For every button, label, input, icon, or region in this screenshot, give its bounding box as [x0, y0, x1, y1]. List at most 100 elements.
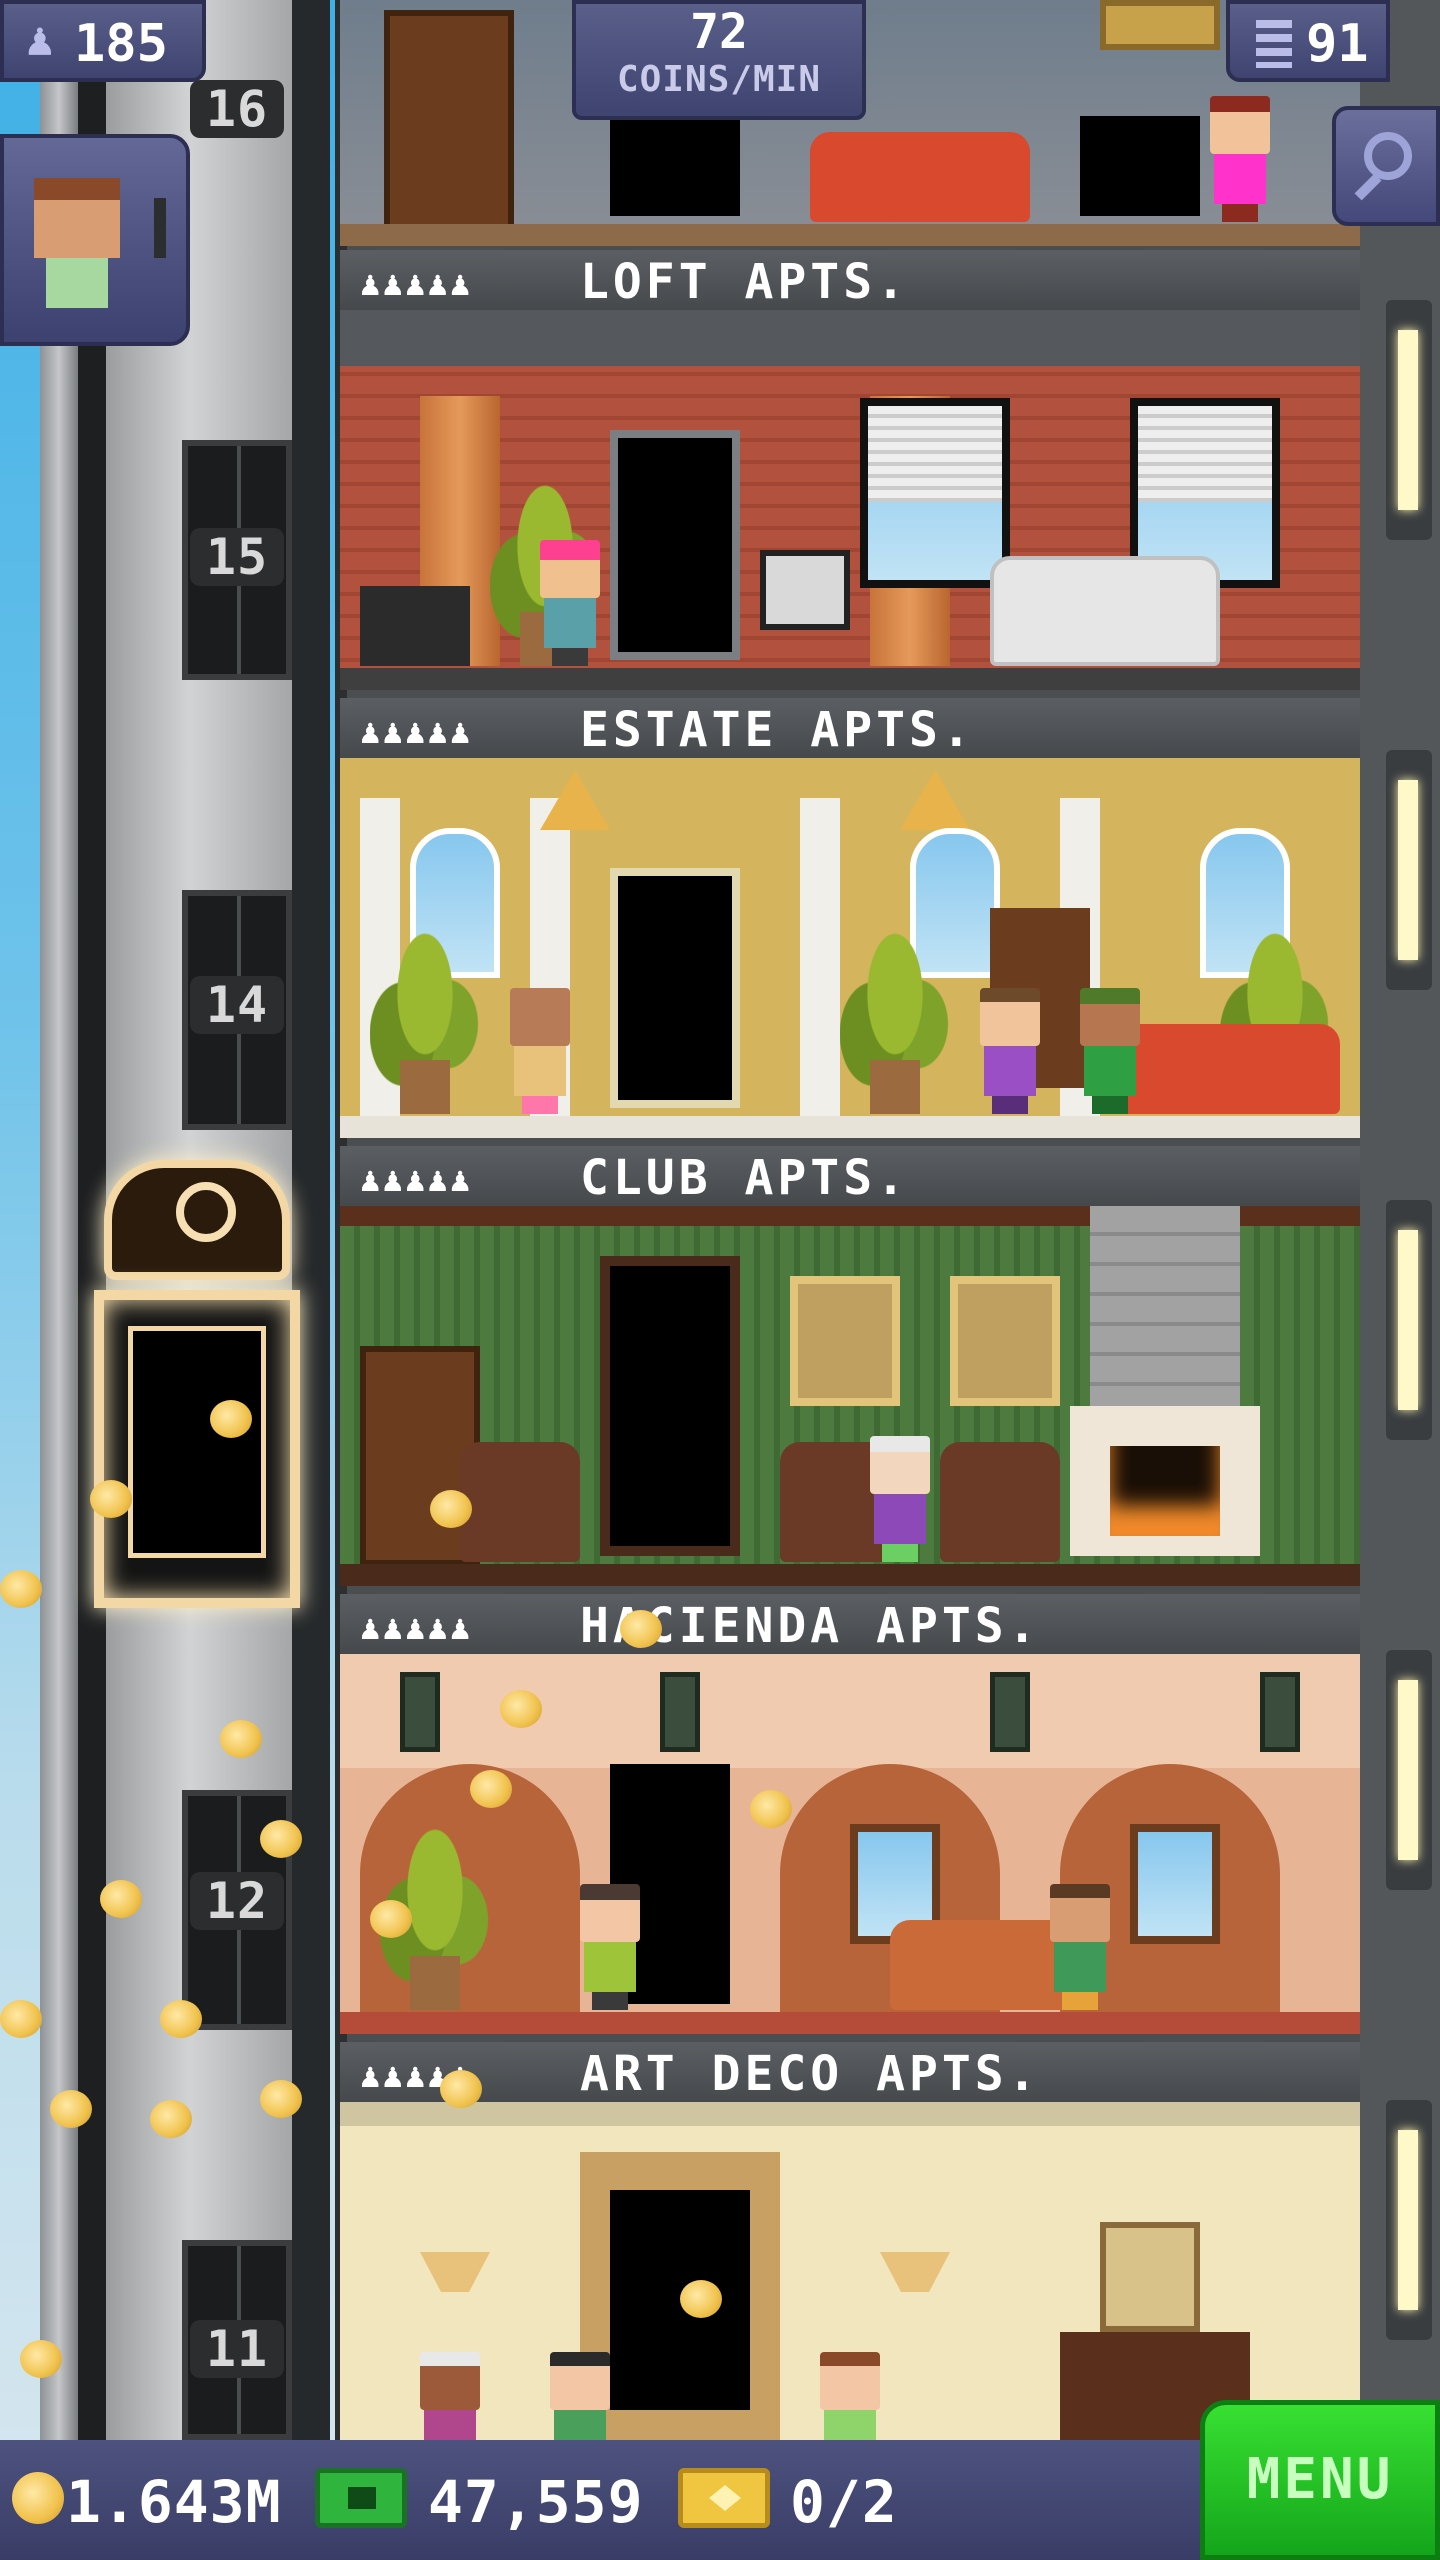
coin	[620, 1610, 662, 1648]
floor-room-hacienda[interactable]	[340, 1654, 1360, 2034]
resident[interactable]	[510, 988, 570, 1114]
fireplace	[1070, 1406, 1260, 1556]
resident[interactable]	[820, 2352, 880, 2440]
population-counter[interactable]: ♟ 185	[0, 0, 206, 82]
coin	[440, 2070, 482, 2108]
room-door	[600, 1256, 740, 1556]
room-door	[1080, 116, 1200, 216]
floor-name: LOFT APTS.	[580, 254, 909, 310]
resident[interactable]	[1080, 988, 1140, 1114]
resident[interactable]	[1050, 1884, 1110, 2010]
bookshelf	[384, 10, 514, 230]
coin	[500, 1690, 542, 1728]
bux-total: 47,559	[428, 2468, 644, 2536]
floor-number-label: 16	[190, 80, 284, 138]
painting	[1100, 2222, 1200, 2332]
coin	[160, 2000, 202, 2038]
resident[interactable]	[580, 1884, 640, 2010]
lantern	[1260, 1672, 1300, 1752]
floor-number-label: 11	[190, 2320, 284, 2378]
armchair	[460, 1442, 580, 1562]
coins-rate-panel: 72 COINS/MIN	[572, 0, 866, 120]
floor-number-label: 12	[190, 1872, 284, 1930]
speaker	[360, 586, 470, 666]
floor-sign[interactable]: ♟♟♟♟♟ HACIENDA APTS.	[340, 1594, 1360, 1654]
lantern	[400, 1672, 440, 1752]
painting	[1100, 0, 1220, 50]
coin	[150, 2100, 192, 2138]
lantern	[660, 1672, 700, 1752]
floor-sign[interactable]: ♟♟♟♟♟ CLUB APTS.	[340, 1146, 1360, 1206]
occupancy-icons: ♟♟♟♟♟	[360, 264, 473, 304]
wall-lamp	[420, 2252, 490, 2292]
plant	[840, 914, 950, 1114]
floor-room-estate[interactable]	[340, 758, 1360, 1138]
armchair	[940, 1442, 1060, 1562]
floor-room-art-deco[interactable]	[340, 2102, 1360, 2440]
wall-lamp	[880, 2252, 950, 2292]
floor-name: CLUB APTS.	[580, 1150, 909, 1206]
coin	[100, 1880, 142, 1918]
lantern	[990, 1672, 1030, 1752]
game-screen: 16 15 14 12 11 ♟♟♟♟♟ LOFT APTS. ♟♟♟♟♟ ES…	[0, 0, 1440, 2560]
floors-counter[interactable]: 91	[1226, 0, 1390, 82]
floor-name: ART DECO APTS.	[580, 2046, 1041, 2102]
room-door	[610, 106, 740, 216]
coin	[50, 2090, 92, 2128]
bitizen-avatar-card[interactable]	[0, 134, 190, 346]
search-button[interactable]	[1332, 106, 1440, 226]
coin	[20, 2340, 62, 2378]
elevator-car[interactable]	[94, 1160, 300, 1608]
sofa	[990, 556, 1220, 666]
coins-rate-unit: COINS/MIN	[616, 59, 822, 100]
resident[interactable]	[550, 2352, 610, 2440]
coin	[260, 1820, 302, 1858]
resident[interactable]	[420, 2352, 480, 2440]
chimney	[1090, 1206, 1240, 1426]
coins-total: 1.643M	[66, 2468, 282, 2536]
coin	[370, 1900, 412, 1938]
coin	[260, 2080, 302, 2118]
avatar	[34, 178, 120, 258]
vip-ticket-icon	[678, 2468, 770, 2528]
portrait	[950, 1276, 1060, 1406]
floor-number-label: 15	[190, 528, 284, 586]
resident[interactable]	[540, 540, 600, 666]
window	[860, 398, 1010, 588]
tv	[760, 550, 850, 630]
shaft-rail	[40, 0, 78, 2440]
floor-room-club[interactable]	[340, 1206, 1360, 1586]
occupancy-icons: ♟♟♟♟♟	[360, 1160, 473, 1200]
menu-button[interactable]: MENU	[1200, 2400, 1440, 2560]
portrait	[790, 1276, 900, 1406]
vip-count: 0/2	[790, 2468, 898, 2536]
coin	[0, 2000, 42, 2038]
coin	[90, 1480, 132, 1518]
floor-sign[interactable]: ♟♟♟♟♟ ESTATE APTS.	[340, 698, 1360, 758]
coin	[0, 1570, 42, 1608]
sofa	[1120, 1024, 1340, 1114]
coins-rate-value: 72	[690, 4, 748, 60]
occupancy-icons: ♟♟♟♟♟	[360, 712, 473, 752]
elevator-crown	[104, 1160, 290, 1280]
resident[interactable]	[980, 988, 1040, 1114]
elevator-cab	[94, 1290, 300, 1608]
window	[1130, 1824, 1220, 1944]
floor-number-label: 14	[190, 976, 284, 1034]
tower-right-column	[1360, 0, 1440, 2440]
room-door	[610, 868, 740, 1108]
floor-room-loft[interactable]	[340, 310, 1360, 690]
bux-icon	[315, 2468, 407, 2528]
sofa	[810, 132, 1030, 222]
occupancy-icons: ♟♟♟♟♟	[360, 1608, 473, 1648]
floor-sign[interactable]: ♟♟♟♟♟ LOFT APTS.	[340, 250, 1360, 310]
coin	[220, 1720, 262, 1758]
room-door	[610, 430, 740, 660]
resident[interactable]	[1210, 96, 1270, 222]
coin	[430, 1490, 472, 1528]
floor-name: ESTATE APTS.	[580, 702, 975, 758]
resident[interactable]	[870, 1436, 930, 1562]
floors-value: 91	[1306, 14, 1369, 74]
coin	[210, 1400, 252, 1438]
floor-sign[interactable]: ♟♟♟♟♟ ART DECO APTS.	[340, 2042, 1360, 2102]
